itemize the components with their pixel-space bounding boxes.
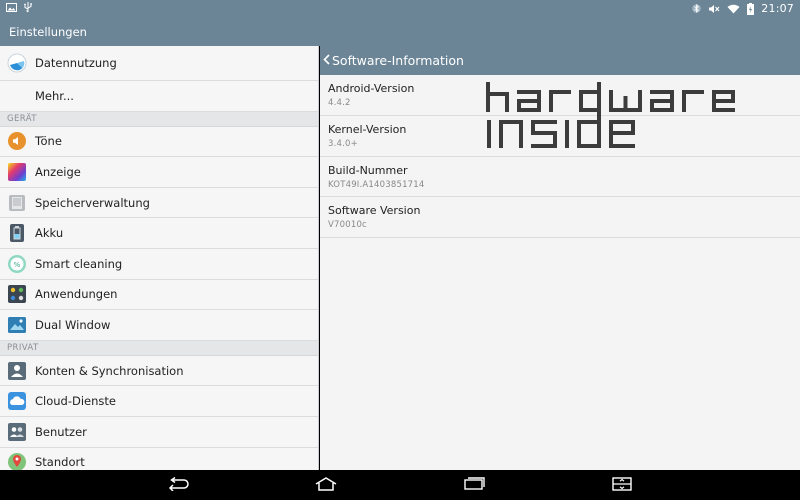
battery-charging-icon (747, 2, 755, 15)
navigation-bar (0, 470, 800, 500)
dual-window-icon (7, 315, 27, 335)
home-nav-button[interactable] (314, 475, 338, 495)
smart-cleaning-icon: % (7, 254, 27, 274)
detail-title: Software-Information (332, 53, 464, 68)
info-value: V70010c (328, 220, 367, 231)
apps-icon (7, 284, 27, 304)
status-bar: 21:07 (0, 0, 800, 17)
data-usage-icon (7, 53, 27, 73)
settings-item-benutzer[interactable]: Benutzer (0, 417, 318, 448)
battery-icon (7, 223, 27, 243)
settings-item-akku[interactable]: Akku (0, 218, 318, 249)
svg-text:%: % (14, 261, 21, 269)
volume-muted-icon (708, 4, 720, 14)
section-header-privat: PRIVAT (0, 340, 318, 356)
detail-header: Software-Information (320, 46, 800, 75)
settings-item-anzeige[interactable]: Anzeige (0, 157, 318, 188)
accounts-icon (7, 361, 27, 381)
settings-item-datennutzung[interactable]: Datennutzung (0, 46, 318, 81)
users-icon (7, 422, 27, 442)
info-title: Build-Nummer (328, 163, 408, 177)
settings-item-smart-cleaning[interactable]: % Smart cleaning (0, 249, 318, 280)
dual-window-nav-button[interactable] (610, 475, 634, 495)
settings-item-standort[interactable]: Standort (0, 448, 318, 470)
settings-item-anwendungen[interactable]: Anwendungen (0, 280, 318, 311)
app-title: Einstellungen (9, 24, 87, 39)
wifi-icon (727, 4, 740, 14)
info-title: Software Version (328, 204, 421, 218)
back-arrow-icon (166, 476, 190, 495)
info-row-build-nummer[interactable]: Build-Nummer KOT49I.A1403851714 (320, 157, 800, 198)
gallery-notification-icon (6, 2, 17, 15)
settings-item-label: Mehr... (35, 88, 74, 103)
storage-icon (7, 193, 27, 213)
settings-item-speicherverwaltung[interactable]: Speicherverwaltung (0, 188, 318, 219)
section-header-geraet: GERÄT (0, 111, 318, 127)
settings-item-dual-window[interactable]: Dual Window (0, 310, 318, 341)
app-title-bar: Einstellungen (0, 17, 800, 46)
back-nav-button[interactable] (166, 475, 190, 495)
settings-list[interactable]: Datennutzung Mehr... GERÄT Töne Anzeige … (0, 46, 319, 470)
settings-item-cloud-dienste[interactable]: Cloud-Dienste (0, 386, 318, 417)
info-row-software-version[interactable]: Software Version V70010c (320, 197, 800, 239)
back-button[interactable] (323, 53, 330, 68)
settings-item-konten-synchronisation[interactable]: Konten & Synchronisation (0, 356, 318, 387)
dual-window-split-icon (610, 476, 634, 495)
bluetooth-icon (692, 3, 702, 14)
hardware-inside-watermark-logo (486, 82, 735, 148)
chevron-left-icon (323, 53, 330, 68)
recent-apps-icon (462, 476, 486, 495)
recent-apps-nav-button[interactable] (462, 475, 486, 495)
cloud-icon (7, 391, 27, 411)
display-icon (7, 162, 27, 182)
settings-item-mehr[interactable]: Mehr... (0, 81, 318, 112)
settings-item-label: Datennutzung (35, 56, 117, 70)
settings-item-toene[interactable]: Töne (0, 127, 318, 158)
info-value: KOT49I.A1403851714 (328, 179, 425, 190)
home-icon (314, 476, 338, 495)
usb-icon (24, 1, 32, 16)
sound-icon (7, 131, 27, 151)
location-icon (7, 452, 27, 470)
status-time: 21:07 (761, 2, 794, 15)
